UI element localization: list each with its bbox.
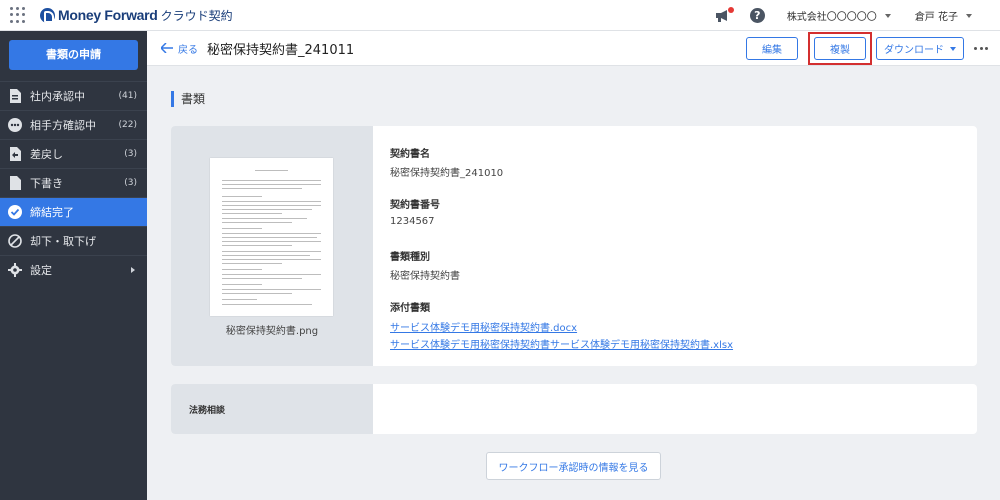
tenant-selector[interactable]: 株式会社〇〇〇〇〇 [787,8,891,23]
money-forward-logo-icon [40,7,55,23]
edit-button[interactable]: 編集 [746,37,798,60]
return-document-icon [8,147,22,161]
sidebar-item-drafts[interactable]: 下書き (3) [0,168,147,197]
document-header: 戻る 秘密保持契約書_241011 編集 複製 ダウンロード [147,31,1000,66]
more-options-icon[interactable] [974,47,988,50]
legal-consultation-label: 法務相談 [189,406,226,416]
brand-logo[interactable]: Money Forward クラウド契約 [40,7,233,24]
document-type-label: 書類種別 [390,252,430,263]
chevron-down-icon [966,13,972,18]
megaphone-icon[interactable] [712,3,738,29]
sidebar-item-label: 却下・取下げ [30,235,96,248]
check-circle-icon [8,205,22,219]
chevron-down-icon [950,46,956,51]
sidebar-item-label: 締結完了 [30,206,74,219]
back-label: 戻る [178,44,198,56]
apps-grid-icon[interactable] [10,7,26,23]
sidebar-item-internal-approval[interactable]: 社内承認中 (41) [0,81,147,110]
contract-name-label: 契約書名 [390,149,430,160]
notification-dot [727,6,734,13]
sidebar-item-rejected[interactable]: 却下・取下げ [0,226,147,255]
section-title: 書類 [171,91,205,107]
contract-number-value: 1234567 [390,216,435,227]
document-preview-panel: 秘密保持契約書.png [171,126,373,366]
chevron-right-icon [131,267,135,273]
brand-name: Money Forward [58,7,158,23]
sidebar-item-returned[interactable]: 差戻し (3) [0,139,147,168]
tenant-name: 株式会社〇〇〇〇〇 [786,12,877,23]
page-title: 秘密保持契約書_241011 [207,42,355,58]
copy-button-highlight: 複製 [808,32,872,65]
user-menu[interactable]: 倉戸 花子 [915,8,972,23]
download-label: ダウンロード [884,45,944,56]
sidebar-item-count: (22) [118,120,137,130]
attachments-label: 添付書類 [390,303,430,314]
document-card: 秘密保持契約書.png 契約書名 秘密保持契約書_241010 契約書番号 12… [171,126,977,366]
contract-number-label: 契約書番号 [390,200,440,211]
attachment-link-docx[interactable]: サービス体験デモ用秘密保持契約書.docx [390,319,577,334]
sidebar-item-count: (3) [124,178,137,188]
document-thumbnail[interactable] [210,158,333,316]
sidebar-menu: 社内承認中 (41) 相手方確認中 (22) 差戻し (3) 下書き (3) 締… [0,81,147,284]
sidebar-item-completed[interactable]: 締結完了 [0,197,147,226]
legal-consultation-card: 法務相談 [171,384,977,434]
sidebar-item-label: 社内承認中 [30,90,85,103]
prohibited-icon [8,234,22,248]
sidebar-item-count: (3) [124,149,137,159]
sidebar-item-label: 相手方確認中 [30,119,96,132]
attachment-link-xlsx[interactable]: サービス体験デモ用秘密保持契約書サービス体験デモ用秘密保持契約書.xlsx [390,336,733,351]
help-icon[interactable]: ? [749,8,765,23]
sidebar-item-label: 差戻し [30,148,63,161]
product-name: クラウド契約 [160,8,233,23]
thumbnail-caption: 秘密保持契約書.png [225,326,319,337]
sidebar-item-counterparty-review[interactable]: 相手方確認中 (22) [0,110,147,139]
gear-icon [8,263,22,277]
sidebar: 書類の申請 社内承認中 (41) 相手方確認中 (22) 差戻し (3) 下書き… [0,31,147,500]
contract-name-value: 秘密保持契約書_241010 [390,168,504,179]
draft-document-icon [8,176,22,190]
sidebar-item-label: 下書き [30,177,63,190]
download-button[interactable]: ダウンロード [876,37,964,60]
ellipsis-circle-icon [8,118,22,132]
arrow-left-icon [161,43,173,53]
sidebar-item-count: (41) [118,91,137,101]
apply-document-button[interactable]: 書類の申請 [9,40,138,70]
top-bar: Money Forward クラウド契約 ? 株式会社〇〇〇〇〇 倉戸 花子 [0,0,1000,31]
view-workflow-info-button[interactable]: ワークフロー承認時の情報を見る [486,452,661,480]
user-name: 倉戸 花子 [914,12,958,23]
document-icon [8,89,22,103]
sidebar-item-label: 設定 [30,264,52,277]
document-type-value: 秘密保持契約書 [390,271,460,282]
copy-button[interactable]: 複製 [814,37,866,60]
chevron-down-icon [884,13,891,18]
sidebar-item-settings[interactable]: 設定 [0,255,147,284]
back-link[interactable]: 戻る [161,41,198,56]
